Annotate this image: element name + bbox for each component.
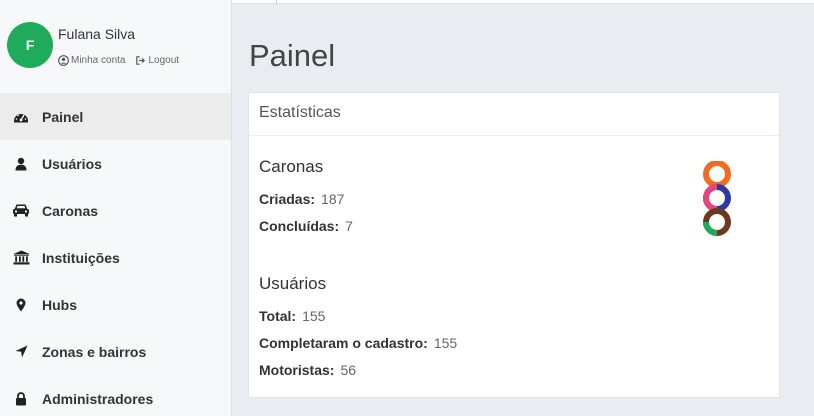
sidebar-item-label: Caronas: [42, 202, 99, 219]
logout-link[interactable]: Logout: [135, 55, 179, 66]
stat-motoristas: Motoristas: 56: [259, 362, 356, 378]
dashboard-icon: [12, 108, 30, 126]
top-bar: [232, 0, 814, 4]
sidebar-item-instituicoes[interactable]: Instituições: [0, 234, 231, 281]
statistics-card: Estatísticas Caronas Criadas: 187 Concluí…: [248, 92, 780, 398]
map-marker-icon: [12, 296, 30, 314]
sidebar-item-zonas-e-bairros[interactable]: Zonas e bairros: [0, 328, 231, 375]
stat-criadas: Criadas: 187: [259, 191, 344, 207]
stat-label: Motoristas:: [259, 362, 335, 378]
user-icon: [12, 155, 30, 173]
caronas-section-title: Caronas: [259, 157, 324, 176]
stat-label: Total:: [259, 308, 297, 324]
sidebar-item-hubs[interactable]: Hubs: [0, 281, 231, 328]
sidebar-item-usuarios[interactable]: Usuários: [0, 140, 231, 187]
logo-icon: [703, 161, 731, 236]
page-title: Painel: [249, 38, 336, 73]
sidebar-nav: Painel Usuários Caronas Instituições Hub…: [0, 93, 231, 416]
stat-value: 155: [433, 335, 458, 351]
location-arrow-icon: [12, 343, 30, 361]
usuarios-section-title: Usuários: [259, 274, 327, 293]
avatar: F: [7, 22, 53, 68]
sidebar-item-label: Zonas e bairros: [42, 343, 147, 360]
sidebar-item-label: Hubs: [42, 296, 77, 313]
stat-total: Total: 155: [259, 308, 325, 324]
sidebar: F Fulana Silva Minha conta Logout Painel…: [0, 0, 232, 416]
sidebar-item-label: Instituições: [42, 249, 120, 266]
stat-value: 187: [321, 191, 345, 207]
sidebar-item-caronas[interactable]: Caronas: [0, 187, 231, 234]
profile-links: Minha conta Logout: [58, 55, 179, 66]
stat-value: 7: [345, 218, 353, 234]
sidebar-item-administradores[interactable]: Administradores: [0, 375, 231, 416]
stat-label: Criadas:: [259, 191, 316, 207]
user-profile: F Fulana Silva Minha conta Logout: [0, 0, 231, 92]
user-name: Fulana Silva: [58, 26, 136, 42]
top-bar-divider: [276, 0, 277, 4]
sidebar-item-label: Painel: [42, 108, 84, 125]
stat-label: Completaram o cadastro:: [259, 335, 428, 351]
car-icon: [12, 202, 30, 220]
sidebar-item-label: Usuários: [42, 155, 102, 172]
stat-value: 56: [340, 362, 357, 378]
user-circle-icon: [58, 55, 69, 66]
institution-icon: [12, 249, 30, 267]
stat-value: 155: [302, 308, 326, 324]
stat-label: Concluídas:: [259, 218, 340, 234]
account-link-label: Minha conta: [71, 55, 126, 66]
sidebar-item-painel[interactable]: Painel: [0, 93, 231, 140]
statistics-card-header: Estatísticas: [249, 93, 779, 136]
logout-link-label: Logout: [148, 55, 180, 66]
lock-icon: [12, 390, 30, 408]
stat-completaram-cadastro: Completaram o cadastro: 155: [259, 335, 457, 351]
account-link[interactable]: Minha conta: [58, 55, 125, 66]
sign-out-icon: [136, 56, 146, 65]
stat-concluidas: Concluídas: 7: [259, 218, 353, 234]
sidebar-item-label: Administradores: [42, 390, 154, 407]
